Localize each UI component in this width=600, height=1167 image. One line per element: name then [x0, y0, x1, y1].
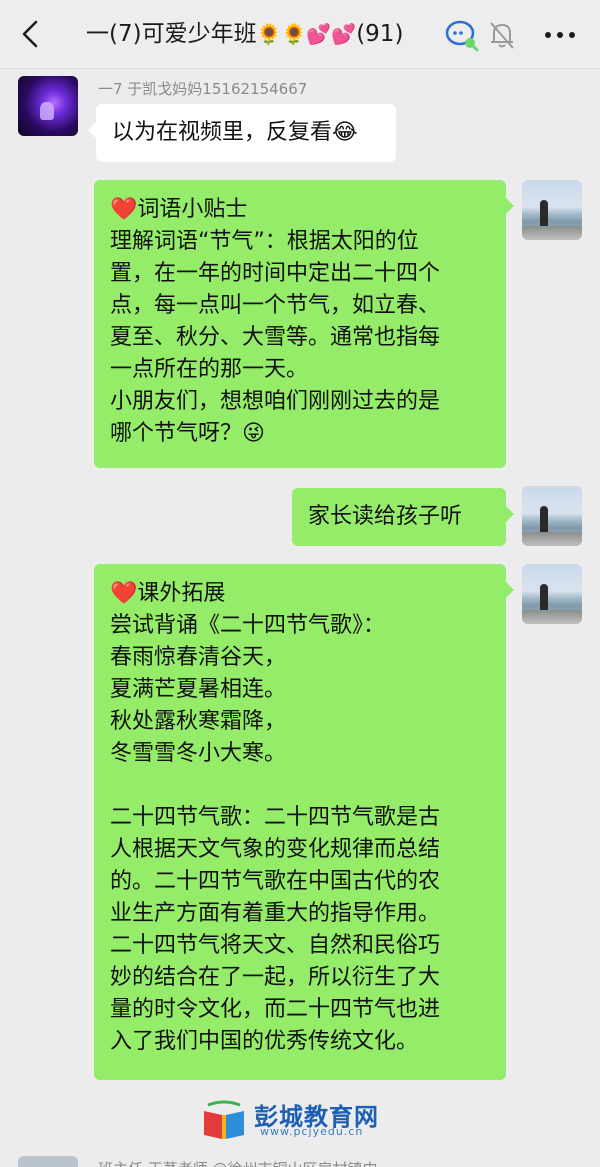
chat-title-name: 一(7)可爱少年班	[86, 21, 257, 47]
message-line: 的。二十四节气歌在中国古代的农	[110, 869, 441, 894]
message-line: 春雨惊春清谷天，	[110, 645, 287, 670]
bell-off-icon	[490, 22, 514, 49]
message-line: 冬雪雪冬小大寒。	[110, 741, 287, 766]
message-text: 家长读给孩子听	[308, 504, 463, 529]
watermark-url: www.pcjyedu.cn	[260, 1125, 364, 1138]
message-line: 小朋友们，想想咱们刚刚过去的是	[110, 389, 441, 414]
sender-name: 班主任 王茅老师 @徐州市铜山区房村镇中	[98, 1158, 378, 1167]
chat-search-icon[interactable]	[444, 18, 480, 52]
message-bubble-outgoing[interactable]: ❤️课外拓展 尝试背诵《二十四节气歌》： 春雨惊春清谷天， 夏满芒夏暑相连。 秋…	[94, 564, 514, 1080]
site-watermark: 彭城教育网 www.pcjyedu.cn	[200, 1097, 400, 1145]
message-line: 夏至、秋分、大雪等。通常也指每	[110, 325, 441, 350]
message-line: ❤️课外拓展	[110, 581, 226, 606]
message-text: 以为在视频里，反复看😂	[112, 120, 358, 145]
message-line: 秋处露秋寒霜降，	[110, 709, 287, 734]
sender-name: 一7 于凯戈妈妈15162154667	[98, 80, 308, 98]
my-avatar[interactable]	[522, 486, 582, 546]
sender-avatar[interactable]	[18, 76, 78, 136]
chat-title[interactable]: 一(7)可爱少年班🌻🌻💕💕(91)	[86, 16, 403, 52]
message-line: 入了我们中国的优秀传统文化。	[110, 1029, 419, 1054]
my-avatar[interactable]	[522, 564, 582, 624]
chat-title-emojis: 🌻🌻💕💕	[256, 22, 357, 46]
message-line: 理解词语“节气”：根据太阳的位	[110, 229, 419, 254]
message-line: 点，每一点叫一个节气，如立春、	[110, 293, 441, 318]
message-line: 人根据天文气象的变化规律而总结	[110, 837, 441, 862]
message-bubble-outgoing[interactable]: ❤️词语小贴士 理解词语“节气”：根据太阳的位 置，在一年的时间中定出二十四个 …	[94, 180, 514, 468]
more-dots-icon[interactable]	[540, 20, 580, 50]
message-line: ❤️词语小贴士	[110, 197, 248, 222]
book-logo-icon	[204, 1100, 244, 1139]
my-avatar[interactable]	[522, 180, 582, 240]
message-line: 夏满芒夏暑相连。	[110, 677, 287, 702]
message-line: 二十四节气将天文、自然和民俗巧	[110, 933, 441, 958]
message-line: 妙的结合在了一起，所以衍生了大	[110, 965, 441, 990]
message-line: 置，在一年的时间中定出二十四个	[110, 261, 441, 286]
message-bubble-outgoing[interactable]: 家长读给孩子听	[292, 488, 514, 546]
sender-avatar[interactable]	[18, 1156, 78, 1167]
message-line: 业生产方面有着重大的指导作用。	[110, 901, 441, 926]
message-line: 二十四节气歌：二十四节气歌是古	[110, 805, 441, 830]
chat-screen: 一(7)可爱少年班🌻🌻💕💕(91) 一7 于凯戈妈妈15162154667 以为…	[0, 0, 600, 1167]
message-line: 一点所在的那一天。	[110, 357, 309, 382]
message-line: 哪个节气呀？😜	[110, 421, 265, 446]
message-line: 尝试背诵《二十四节气歌》：	[110, 613, 386, 638]
member-count: (91)	[356, 21, 404, 47]
chat-header: 一(7)可爱少年班🌻🌻💕💕(91)	[0, 0, 600, 69]
chevron-left-icon[interactable]	[14, 16, 50, 52]
message-line: 量的时令文化，而二十四节气也进	[110, 997, 441, 1022]
message-bubble-incoming[interactable]: 以为在视频里，反复看😂	[88, 104, 396, 162]
